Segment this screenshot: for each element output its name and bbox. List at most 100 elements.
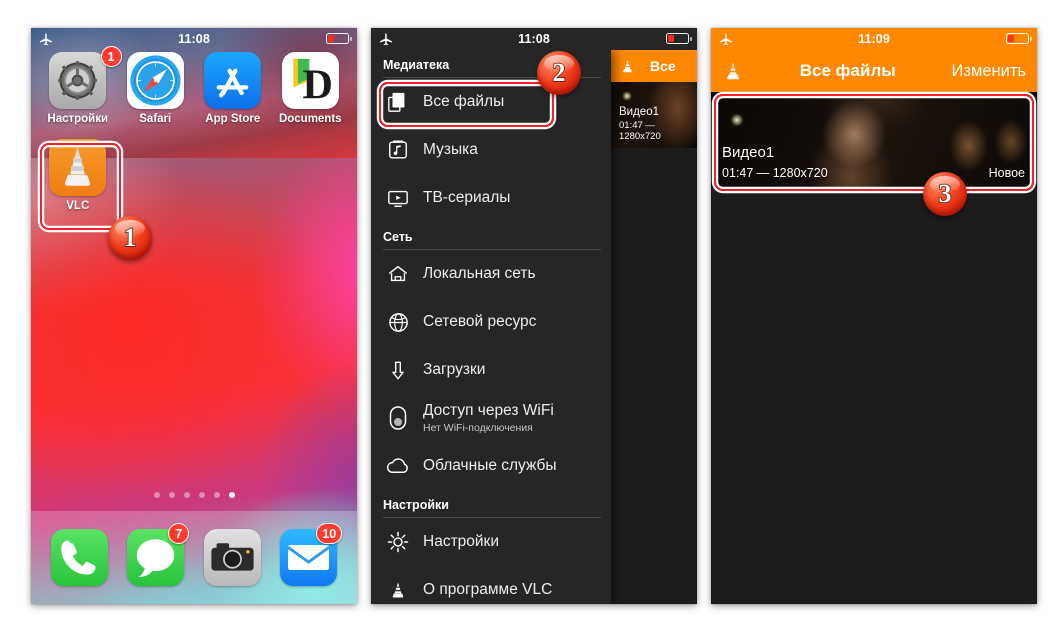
toggle-glyph [389, 406, 407, 430]
vlc-cone-icon [385, 577, 411, 603]
phone-handset-icon [50, 529, 108, 586]
menu-item-local-network[interactable]: Локальная сеть [371, 250, 611, 298]
app-appstore[interactable]: App Store [194, 52, 272, 125]
menu-item-text: Настройки [423, 533, 499, 551]
menu-item-cloud-services[interactable]: Облачные службы [371, 442, 611, 490]
app-label-documents: Documents [278, 113, 342, 125]
page-dots [31, 492, 357, 498]
tv-icon [385, 185, 411, 211]
step-number: 3 [938, 179, 952, 208]
app-label-appstore: App Store [205, 113, 261, 125]
menu-item-label: ТВ-сериалы [423, 189, 511, 207]
camera-icon [203, 529, 261, 586]
media-title: Видео1 [722, 144, 775, 161]
app-icon-grid: 1 Настройки Safari App Store D Documents… [31, 46, 357, 212]
app-label-safari: Safari [139, 113, 172, 125]
page-dot-active [228, 492, 235, 498]
handset-glyph [61, 540, 96, 575]
menu-item-label: Музыка [423, 141, 478, 159]
safari-compass-icon [126, 52, 184, 109]
menu-item-text: Все файлы [423, 93, 504, 111]
battery-low-icon [1006, 33, 1032, 44]
screenshot-stage: 11:08 1 Настройки Safari App Store D Doc… [0, 0, 1064, 632]
vlc-cone-glyph [727, 62, 739, 79]
menu-item-label: Локальная сеть [423, 265, 536, 283]
messages-badge: 7 [168, 523, 190, 544]
menu-item-tv-shows[interactable]: ТВ-сериалы [371, 174, 611, 222]
status-time-3: 11:09 [858, 32, 890, 46]
download-glyph [392, 361, 404, 379]
vlc-cone-glyph [65, 146, 91, 186]
airplane-icon [39, 33, 52, 46]
globe-glyph [388, 312, 408, 332]
settings-gear-icon [49, 52, 107, 109]
vlc-cone-icon[interactable] [722, 59, 744, 84]
dock-app-mail[interactable]: 10 [280, 523, 343, 586]
menu-item-label: Настройки [423, 533, 500, 551]
app-store-icon [204, 52, 262, 109]
app-safari[interactable]: Safari [117, 52, 195, 125]
dock-app-phone[interactable] [50, 529, 108, 586]
status-bar-2: 11:08 [371, 28, 697, 50]
menu-item-settings[interactable]: Настройки [371, 518, 611, 566]
behind-media-cell[interactable]: Видео1 01:47 — 1280x720 [611, 82, 697, 148]
step-badge-2: 2 [537, 51, 581, 95]
menu-item-about-vlc[interactable]: О программе VLC [371, 566, 611, 604]
mail-badge: 10 [316, 523, 343, 544]
menu-item-music[interactable]: Музыка [371, 126, 611, 174]
menu-item-text: Облачные службы [423, 457, 557, 475]
files-stack-glyph [388, 92, 405, 112]
menu-item-text: ТВ-сериалы [423, 189, 510, 207]
airplane-icon [719, 33, 732, 46]
vlc-side-drawer: Медиатека Все файлы Музыка ТВ-сериалы Се… [371, 50, 611, 604]
documents-icon: D [281, 52, 339, 109]
app-settings[interactable]: 1 Настройки [39, 46, 122, 125]
page-dot [213, 492, 220, 498]
menu-item-label: О программе VLC [423, 581, 553, 599]
vlc-cone-icon [49, 139, 107, 196]
behind-cell-title: Видео1 [619, 106, 659, 118]
gear-glyph [58, 61, 98, 100]
menu-item-text: Доступ через WiFi Нет WiFi-подключения [423, 402, 554, 434]
gear-icon [385, 529, 411, 555]
phone-screen-springboard: 11:08 1 Настройки Safari App Store D Doc… [31, 28, 357, 604]
step-badge-1: 1 [108, 216, 152, 260]
app-vlc[interactable]: VLC [39, 139, 117, 212]
media-cell-text: Видео1 01:47 — 1280x720 [722, 144, 828, 180]
behind-cell-meta: Видео1 01:47 — 1280x720 [619, 106, 697, 142]
menu-item-wifi-access[interactable]: Доступ через WiFi Нет WiFi-подключения [371, 394, 611, 442]
status-time-1: 11:08 [178, 32, 210, 46]
phone-screen-vlc-menu: 11:08 Все Видео1 01:47 — 1280x720 Медиат… [371, 28, 697, 604]
menu-item-text: Музыка [423, 141, 478, 159]
files-stack-icon [385, 89, 411, 115]
behind-drawer-content: Все Видео1 01:47 — 1280x720 [611, 50, 697, 604]
status-bar-1: 11:08 [31, 28, 357, 50]
page-dot [153, 492, 160, 498]
music-note-glyph [389, 140, 407, 159]
behind-nav-bar: Все [611, 50, 697, 82]
edit-button[interactable]: Изменить [952, 62, 1026, 81]
menu-item-label: Загрузки [423, 361, 486, 379]
tv-glyph [388, 190, 408, 207]
menu-item-downloads[interactable]: Загрузки [371, 346, 611, 394]
globe-icon [385, 309, 411, 335]
behind-cell-sub: 01:47 — 1280x720 [619, 120, 661, 142]
app-documents[interactable]: D Documents [272, 52, 350, 125]
home-glyph [389, 265, 407, 282]
menu-item-sublabel: Нет WiFi-подключения [423, 421, 533, 434]
gear-glyph [387, 531, 409, 553]
wifi-toggle-icon [385, 405, 411, 431]
dock-app-messages[interactable]: 7 [127, 523, 190, 586]
menu-item-text: О программе VLC [423, 581, 552, 599]
dock-app-camera[interactable] [203, 529, 261, 586]
media-cell-video1[interactable]: Видео1 01:47 — 1280x720 Новое [711, 92, 1037, 188]
menu-item-network-stream[interactable]: Сетевой ресурс [371, 298, 611, 346]
menu-item-text: Сетевой ресурс [423, 313, 536, 331]
page-dot [168, 492, 175, 498]
menu-item-label: Сетевой ресурс [423, 313, 537, 331]
cloud-icon [385, 453, 411, 479]
battery-low-icon [326, 33, 352, 44]
section-header-settings: Настройки [383, 498, 449, 512]
app-label-settings: Настройки [47, 113, 109, 125]
appstore-glyph [216, 68, 249, 98]
